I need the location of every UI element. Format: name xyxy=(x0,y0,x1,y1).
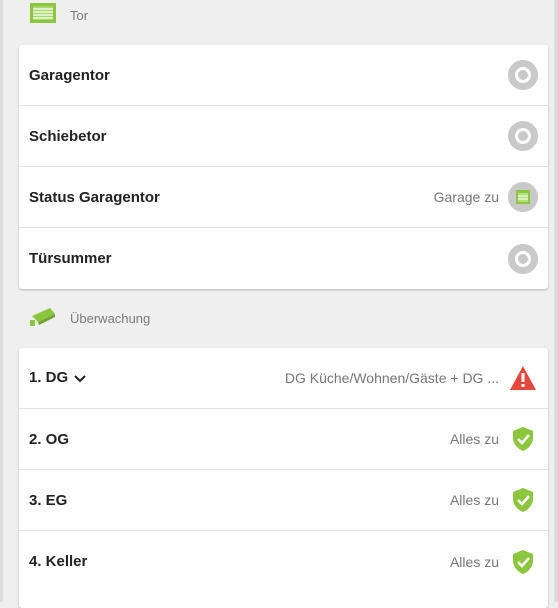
item-value: DG Küche/Wohnen/Gäste + DG ... xyxy=(284,370,499,386)
toggle-circle-icon[interactable] xyxy=(508,243,538,274)
list-item-3-eg[interactable]: 3. EG Alles zu xyxy=(19,470,548,531)
garage-door-icon xyxy=(30,2,56,28)
chevron-down-icon[interactable] xyxy=(74,370,86,387)
warning-triangle-icon xyxy=(508,363,538,393)
item-value: Alles zu xyxy=(449,431,499,447)
item-value: Alles zu xyxy=(449,553,499,570)
scrollbar-track[interactable] xyxy=(554,0,558,602)
list-item-4-keller[interactable]: 4. Keller Alles zu xyxy=(19,531,548,592)
list-item-garagentor[interactable]: Garagentor xyxy=(19,45,548,106)
section-title: Tor xyxy=(70,7,89,23)
left-border xyxy=(0,0,3,602)
item-value: Garage zu xyxy=(433,189,499,205)
garage-closed-icon xyxy=(508,182,538,212)
list-item-status-garagentor[interactable]: Status Garagentor Garage zu xyxy=(19,167,548,228)
list-item-1-dg[interactable]: 1. DG DG Küche/Wohnen/Gäste + DG ... xyxy=(19,348,548,409)
shield-check-icon xyxy=(508,424,538,454)
toggle-circle-icon[interactable] xyxy=(508,60,538,90)
item-label: Garagentor xyxy=(29,66,110,84)
item-label: 4. Keller xyxy=(29,553,88,570)
item-label: 2. OG xyxy=(29,430,70,448)
toggle-circle-icon[interactable] xyxy=(508,121,538,151)
item-value: Alles zu xyxy=(449,492,499,508)
list-item-schiebetor[interactable]: Schiebetor xyxy=(19,106,548,167)
list-item-2-og[interactable]: 2. OG Alles zu xyxy=(19,409,548,470)
list-item-tuersummer[interactable]: Türsummer xyxy=(19,228,548,289)
shield-check-icon xyxy=(508,547,538,577)
item-label: 1. DG xyxy=(29,369,86,387)
card-tor: Garagentor Schiebetor Status Garagentor … xyxy=(19,45,548,289)
card-ueberwachung: 1. DG DG Küche/Wohnen/Gäste + DG ... 2. … xyxy=(19,348,548,608)
security-camera-icon xyxy=(30,306,56,331)
item-label: Türsummer xyxy=(29,250,112,267)
section-header-tor: Tor xyxy=(30,2,89,28)
item-label: 3. EG xyxy=(29,491,68,509)
section-header-ueberwachung: Überwachung xyxy=(30,306,150,330)
item-label: Status Garagentor xyxy=(29,188,160,206)
shield-check-icon xyxy=(508,485,538,515)
section-title: Überwachung xyxy=(70,310,151,326)
item-label: Schiebetor xyxy=(29,127,107,145)
